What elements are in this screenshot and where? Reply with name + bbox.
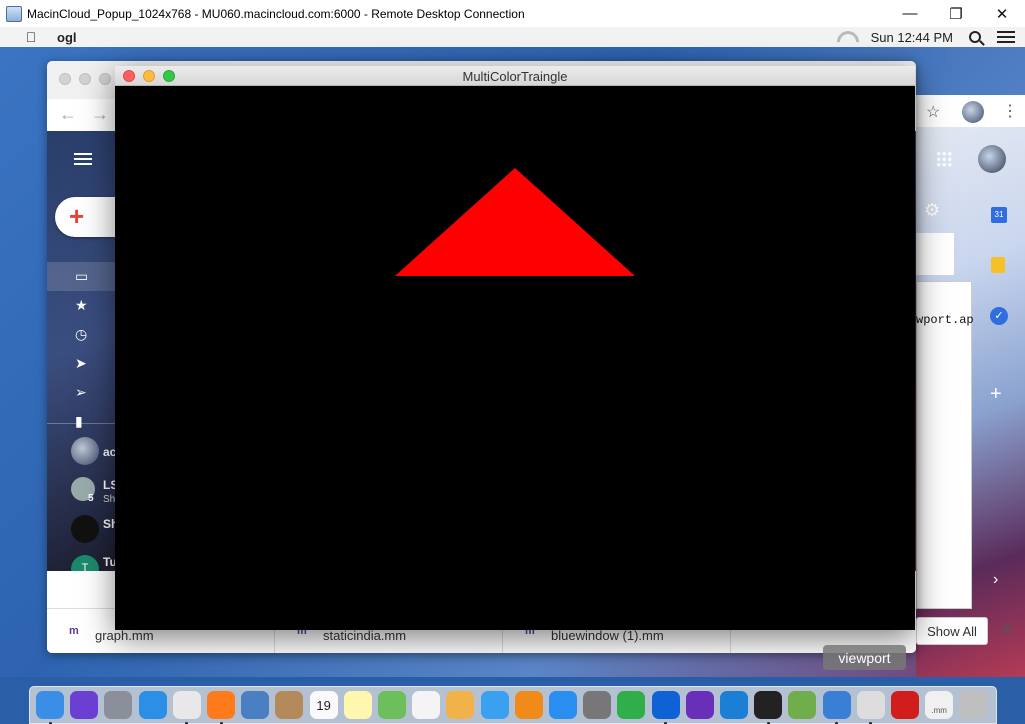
chrome-minimize-light[interactable]	[79, 73, 91, 85]
acrobat-icon[interactable]	[891, 691, 919, 719]
visual-studio-icon[interactable]	[685, 691, 714, 719]
red-triangle	[395, 168, 635, 276]
menubar-clock[interactable]: Sun 12:44 PM	[871, 30, 953, 45]
restore-button[interactable]: ❐	[933, 0, 979, 27]
notes-icon[interactable]	[343, 691, 372, 719]
books-icon[interactable]	[514, 691, 543, 719]
hamburger-menu-icon[interactable]	[74, 153, 92, 165]
profile-avatar[interactable]	[962, 101, 984, 123]
android-studio-icon[interactable]	[788, 691, 817, 719]
chat-count-2: 5	[88, 493, 94, 504]
photos-icon[interactable]	[446, 691, 475, 719]
terminal-icon[interactable]	[754, 691, 783, 719]
appstore-icon[interactable]	[549, 691, 577, 719]
chrome-right-panel: ☆ ⋮ ⚙ 31 ✓ wport.ap + ›	[916, 95, 1025, 677]
wifi-icon[interactable]	[835, 31, 855, 43]
sidebar-item-important[interactable]: ➤	[47, 349, 115, 378]
viewport-code-text: wport.ap	[916, 313, 974, 327]
vscode-icon[interactable]	[720, 691, 748, 719]
finder-icon[interactable]	[36, 691, 64, 719]
no-entry-icon[interactable]	[856, 691, 885, 719]
app-menu[interactable]: ogl	[57, 30, 77, 45]
gl-title-bar: MultiColorTraingle	[115, 66, 915, 86]
gl-window-title: MultiColorTraingle	[462, 69, 568, 84]
expand-chevron-icon[interactable]: ›	[993, 571, 998, 589]
mac-menu-bar:  ogl Sun 12:44 PM	[0, 27, 1025, 47]
sidebar-item-starred[interactable]: ★	[47, 291, 115, 320]
trash-icon[interactable]	[959, 691, 988, 719]
downloads-close-icon[interactable]: ✕	[1000, 620, 1013, 640]
sidebar-item-drafts[interactable]: ▮	[47, 407, 115, 436]
dock-tooltip: viewport	[823, 645, 906, 670]
file-icon: ▮	[75, 413, 83, 429]
dock: 19 .mm	[29, 686, 997, 724]
back-arrow-icon[interactable]: ←	[59, 104, 77, 125]
spotlight-search-icon[interactable]	[969, 31, 981, 43]
inbox-icon: ▭	[75, 268, 89, 284]
tasks-side-icon[interactable]: ✓	[990, 307, 1008, 325]
chrome-icon[interactable]	[172, 691, 201, 719]
sidebar-item-inbox[interactable]: ▭	[47, 262, 115, 291]
download-filename: bluewindow (1).mm	[551, 628, 664, 643]
code-text-panel	[916, 281, 972, 609]
chrome-menu-icon[interactable]: ⋮	[1002, 101, 1018, 121]
opengl-window: MultiColorTraingle	[115, 66, 915, 630]
dropbox-icon[interactable]	[651, 691, 680, 719]
chat-avatar-1	[71, 437, 99, 465]
chrome-close-light[interactable]	[59, 73, 71, 85]
sidebar-item-snoozed[interactable]: ◷	[47, 320, 115, 349]
chat-avatar-3	[71, 515, 99, 543]
rdp-title-bar: MacinCloud_Popup_1024x768 - MU060.macinc…	[0, 0, 1025, 27]
reminders-icon[interactable]	[412, 691, 441, 719]
star-icon: ★	[75, 297, 88, 313]
contacts-icon[interactable]	[275, 691, 304, 719]
xcode-icon[interactable]	[822, 691, 851, 719]
bookmark-star-icon[interactable]: ☆	[926, 102, 940, 122]
firefox-icon[interactable]	[207, 691, 235, 719]
gl-canvas[interactable]	[115, 86, 915, 630]
send-icon: ➢	[75, 384, 87, 400]
white-content-strip	[916, 233, 954, 275]
apps-grid-icon[interactable]	[936, 151, 952, 167]
calendar-icon[interactable]: 19	[309, 691, 338, 719]
close-button[interactable]: ✕	[979, 0, 1025, 27]
compose-plus-icon: +	[69, 201, 85, 231]
remote-desktop-icon	[6, 5, 22, 22]
notification-center-icon[interactable]	[997, 31, 1015, 43]
siri-icon[interactable]	[70, 691, 99, 719]
calendar-side-icon[interactable]: 31	[991, 207, 1007, 223]
system-preferences-icon[interactable]	[583, 691, 612, 719]
download-filename: staticindia.mm	[323, 628, 407, 643]
minimize-button[interactable]: —	[887, 0, 933, 27]
safari-icon[interactable]	[138, 691, 167, 719]
forward-arrow-icon[interactable]: →	[91, 104, 109, 125]
download-filename: graph.mm	[95, 628, 154, 643]
rdp-window-controls: — ❐ ✕	[887, 0, 1025, 27]
keep-side-icon[interactable]	[991, 257, 1005, 273]
chat-sub-2: Sh	[103, 494, 116, 505]
rdp-window-title: MacinCloud_Popup_1024x768 - MU060.macinc…	[27, 6, 525, 21]
maps-icon[interactable]	[378, 691, 406, 719]
mm-file-icon: m	[69, 625, 79, 637]
launchpad-icon[interactable]	[104, 691, 133, 719]
sidebar-divider	[47, 423, 115, 424]
evernote-icon[interactable]	[617, 691, 646, 719]
show-all-button[interactable]: Show All	[916, 617, 988, 645]
messages-icon[interactable]	[480, 691, 509, 719]
preview-icon[interactable]	[241, 691, 270, 719]
add-side-icon[interactable]: +	[990, 383, 1002, 406]
account-avatar[interactable]	[978, 145, 1006, 173]
gl-scene	[395, 168, 635, 276]
sidebar-item-sent[interactable]: ➢	[47, 378, 115, 407]
mm-file-icon[interactable]: .mm	[925, 691, 954, 719]
label-icon: ➤	[75, 355, 87, 371]
chrome-zoom-light[interactable]	[99, 73, 111, 85]
clock-icon: ◷	[75, 326, 88, 342]
apple-menu-icon[interactable]: 	[24, 29, 38, 45]
settings-gear-icon[interactable]: ⚙	[924, 200, 940, 221]
